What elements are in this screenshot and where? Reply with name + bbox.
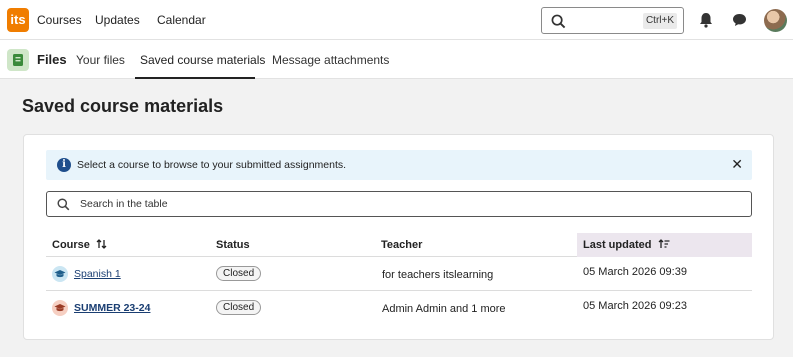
table-search-input[interactable] [80, 196, 740, 212]
status-badge: Closed [216, 266, 262, 281]
header-teacher[interactable]: Teacher [381, 239, 422, 251]
header-course-label: Course [52, 239, 90, 251]
info-text: Select a course to browse to your submit… [77, 159, 347, 171]
files-title: Files [37, 52, 67, 67]
messages-icon[interactable] [732, 13, 747, 27]
close-icon[interactable]: ✕ [731, 156, 743, 173]
page-title: Saved course materials [22, 96, 224, 116]
search-icon [57, 198, 70, 211]
teacher-cell: for teachers itslearning [382, 269, 494, 281]
course-link[interactable]: Spanish 1 [74, 268, 121, 280]
header-last-updated-label: Last updated [583, 239, 652, 251]
tab-message-attachments[interactable]: Message attachments [272, 53, 389, 67]
tab-saved-course-materials[interactable]: Saved course materials [140, 53, 265, 67]
user-avatar[interactable] [764, 9, 787, 32]
files-icon [7, 49, 29, 71]
header-course[interactable]: Course [52, 239, 107, 251]
sort-descending-icon[interactable] [658, 239, 670, 249]
sort-icon[interactable] [96, 239, 107, 249]
course-icon [52, 266, 68, 282]
nav-calendar[interactable]: Calendar [157, 13, 206, 27]
status-badge: Closed [216, 300, 262, 315]
top-bar: its Courses Updates Calendar Ctrl+K [0, 0, 793, 40]
info-icon: i [57, 158, 71, 172]
table-search[interactable] [46, 191, 752, 217]
header-status[interactable]: Status [216, 239, 250, 251]
itslearning-logo[interactable]: its [7, 8, 29, 32]
active-tab-indicator [135, 77, 255, 79]
global-search[interactable]: Ctrl+K [541, 7, 684, 34]
nav-updates[interactable]: Updates [95, 13, 140, 27]
materials-card: i Select a course to browse to your subm… [23, 134, 774, 340]
last-updated-cell: 05 March 2026 09:23 [583, 300, 687, 312]
files-subbar: Files Your files Saved course materials … [0, 40, 793, 79]
info-banner: i Select a course to browse to your subm… [46, 150, 752, 180]
tab-your-files[interactable]: Your files [76, 53, 125, 67]
last-updated-cell: 05 March 2026 09:39 [583, 266, 687, 278]
notifications-bell-icon[interactable] [699, 12, 713, 28]
table-row: SUMMER 23-24 Closed Admin Admin and 1 mo… [46, 291, 752, 325]
table-row: Spanish 1 Closed for teachers itslearnin… [46, 257, 752, 291]
teacher-cell: Admin Admin and 1 more [382, 303, 506, 315]
search-icon [551, 14, 566, 29]
table-header: Course Status Teacher Last updated [46, 233, 752, 257]
course-link[interactable]: SUMMER 23-24 [74, 302, 150, 314]
header-last-updated[interactable]: Last updated [583, 239, 670, 251]
nav-courses[interactable]: Courses [37, 13, 82, 27]
course-icon [52, 300, 68, 316]
keyboard-shortcut: Ctrl+K [642, 13, 677, 29]
